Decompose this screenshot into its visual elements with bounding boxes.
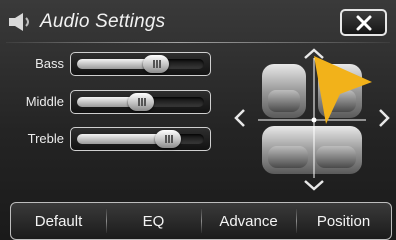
treble-label: Treble xyxy=(27,131,64,146)
tab-advance[interactable]: Advance xyxy=(201,203,296,239)
front-left-seat xyxy=(262,64,306,118)
balance-center-dot xyxy=(311,117,317,123)
close-button[interactable] xyxy=(340,9,387,36)
middle-slider-thumb[interactable] xyxy=(128,93,154,111)
fader-down-arrow[interactable] xyxy=(304,180,324,191)
header: Audio Settings xyxy=(0,0,396,44)
treble-slider-track[interactable] xyxy=(77,130,204,148)
thumb-grip xyxy=(168,135,170,143)
middle-label: Middle xyxy=(25,94,64,109)
close-icon xyxy=(356,15,371,30)
tab-default[interactable]: Default xyxy=(11,203,106,239)
treble-slider-thumb[interactable] xyxy=(155,130,181,148)
thumb-grip xyxy=(165,135,167,143)
bass-slider-track[interactable] xyxy=(77,55,204,73)
thumb-grip xyxy=(141,98,143,106)
fader-up-arrow[interactable] xyxy=(304,48,324,59)
thumb-grip xyxy=(144,98,146,106)
bass-slider-thumb[interactable] xyxy=(143,55,169,73)
thumb-grip xyxy=(159,60,161,68)
balance-left-arrow[interactable] xyxy=(234,109,245,127)
bass-label: Bass xyxy=(35,56,64,71)
treble-slider[interactable] xyxy=(70,127,211,151)
page-title: Audio Settings xyxy=(40,11,166,32)
seat-diagram xyxy=(234,48,390,191)
tab-position[interactable]: Position xyxy=(296,203,391,239)
speaker-icon xyxy=(9,13,29,31)
thumb-grip xyxy=(153,60,155,68)
middle-slider[interactable] xyxy=(70,90,211,114)
thumb-grip xyxy=(171,135,173,143)
tab-bar: Default EQ Advance Position xyxy=(10,202,392,240)
fader-balance-panel[interactable] xyxy=(228,42,396,198)
thumb-grip xyxy=(156,60,158,68)
middle-slider-track[interactable] xyxy=(77,93,204,111)
tab-eq[interactable]: EQ xyxy=(106,203,201,239)
rear-seat xyxy=(262,126,362,174)
thumb-grip xyxy=(138,98,140,106)
audio-settings-screen: Audio Settings Bass Middle Treble Defaul… xyxy=(0,0,396,240)
balance-right-arrow[interactable] xyxy=(379,109,390,127)
bass-slider[interactable] xyxy=(70,52,211,76)
